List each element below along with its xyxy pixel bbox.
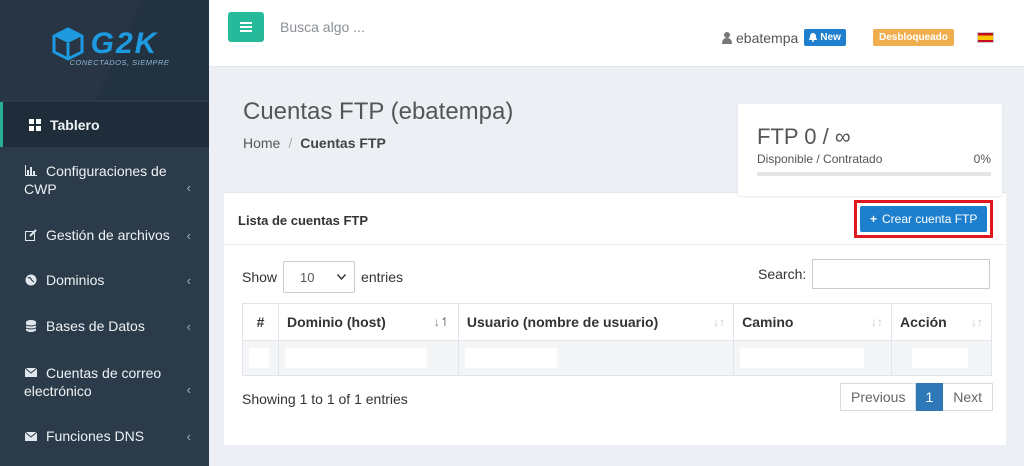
sort-icon: ↓↑ (971, 315, 983, 329)
plus-icon: + (870, 212, 878, 226)
page-size-select[interactable]: 10 (283, 261, 356, 293)
database-icon (24, 319, 38, 333)
menu-toggle-button[interactable] (228, 12, 264, 42)
ftp-usage-card: FTP 0 / ∞ Disponible / Contratado 0% (738, 104, 1002, 196)
column-header-path[interactable]: Camino ↓↑ (733, 303, 893, 341)
logo[interactable]: G2K CONECTADOS, SIEMPRE (0, 0, 209, 100)
create-ftp-account-button[interactable]: + Crear cuenta FTP (860, 206, 988, 232)
sort-icon: ↓↑ (871, 315, 884, 329)
logo-text: G2K (90, 27, 159, 60)
chevron-left-icon: ‹ (186, 318, 191, 334)
page-size-value: 10 (300, 269, 315, 285)
user-menu[interactable]: ebatempa New (722, 29, 846, 46)
search-label: Search: (758, 266, 807, 282)
chevron-left-icon: ‹ (186, 428, 191, 444)
global-search-input[interactable] (280, 19, 500, 35)
cell-action-redacted (891, 340, 992, 376)
top-bar: ebatempa New Desbloqueado (209, 0, 1024, 67)
envelope-icon (24, 429, 38, 443)
status-badge: Desbloqueado (873, 29, 954, 46)
dashboard-icon (28, 118, 42, 132)
chevron-left-icon: ‹ (186, 180, 191, 195)
pagination-previous[interactable]: Previous (840, 383, 917, 411)
sidebar-item-label: Configuraciones de (46, 162, 167, 179)
page-size-control: Show 10 entries (242, 261, 403, 293)
column-label: Camino (742, 314, 794, 330)
create-button-label: Crear cuenta FTP (882, 212, 978, 226)
notifications-badge[interactable]: New (804, 29, 846, 46)
highlight-box: + Crear cuenta FTP (854, 200, 994, 238)
bell-icon (809, 33, 818, 42)
sidebar-item-configuraciones[interactable]: Configuraciones de CWP ‹ (0, 152, 209, 207)
column-label: Usuario (nombre de usuario) (466, 314, 659, 330)
hamburger-icon (240, 26, 252, 28)
breadcrumb-home[interactable]: Home (243, 135, 280, 151)
cell-path-redacted (733, 340, 893, 376)
sidebar-item-label: Dominios (46, 272, 105, 288)
chevron-left-icon: ‹ (186, 272, 191, 288)
breadcrumb-current: Cuentas FTP (300, 135, 386, 151)
table-row (242, 340, 992, 376)
spain-flag-icon[interactable] (977, 32, 994, 43)
ftp-accounts-table: # Dominio (host) ↓↿ Usuario (nombre de us… (242, 303, 992, 376)
cell-index (242, 340, 279, 376)
chevron-left-icon: ‹ (186, 227, 191, 243)
sort-desc-icon: ↓↿ (433, 315, 450, 329)
column-label: Dominio (host) (286, 314, 386, 330)
sidebar-item-cuentas-correo[interactable]: Cuentas de correo electrónico ‹ (0, 354, 209, 409)
sidebar-item-label: Gestión de archivos (46, 227, 170, 243)
globe-icon (24, 273, 38, 287)
sidebar-item-tablero[interactable]: Tablero (0, 102, 209, 147)
sidebar-item-funciones-dns[interactable]: Funciones DNS ‹ (0, 415, 209, 457)
showing-info: Showing 1 to 1 of 1 entries (242, 391, 408, 407)
envelope-icon (24, 366, 38, 380)
column-label: Acción (900, 314, 947, 330)
chevron-left-icon: ‹ (186, 382, 191, 397)
pagination: Previous 1 Next (840, 383, 994, 411)
new-badge-label: New (820, 32, 841, 43)
ftp-caption: Disponible / Contratado (757, 152, 883, 166)
username: ebatempa (736, 29, 799, 46)
column-header-index[interactable]: # (242, 303, 279, 341)
pagination-page-1[interactable]: 1 (916, 383, 944, 411)
logo-cube-icon (52, 27, 84, 61)
sort-icon: ↓↑ (713, 315, 726, 329)
sidebar-item-dominios[interactable]: Dominios ‹ (0, 259, 209, 301)
sidebar-item-label: Tablero (50, 116, 100, 133)
table-search: Search: (758, 259, 991, 289)
sidebar-item-label-line2: electrónico (24, 382, 92, 399)
breadcrumb-separator: / (288, 135, 293, 151)
ftp-progress-bar (757, 172, 991, 176)
breadcrumb: Home / Cuentas FTP (243, 135, 386, 151)
sidebar-item-label-line2: CWP (24, 180, 57, 197)
panel-title: Lista de cuentas FTP (238, 213, 369, 228)
sidebar: G2K CONECTADOS, SIEMPRE Tablero Configur… (0, 0, 209, 466)
user-icon (722, 31, 732, 44)
ftp-percent: 0% (973, 152, 991, 166)
edit-icon (24, 228, 38, 242)
sidebar-item-gestion-archivos[interactable]: Gestión de archivos ‹ (0, 214, 209, 256)
ftp-accounts-panel: Lista de cuentas FTP + Crear cuenta FTP … (224, 192, 1006, 445)
sidebar-item-label: Funciones DNS (46, 428, 145, 444)
pagination-next[interactable]: Next (943, 383, 994, 411)
column-label: # (256, 314, 265, 330)
cell-user-redacted (457, 340, 735, 376)
logo-tagline: CONECTADOS, SIEMPRE (69, 58, 170, 67)
table-search-input[interactable] (812, 259, 991, 289)
page-title: Cuentas FTP (ebatempa) (243, 98, 514, 125)
sidebar-item-label: Cuentas de correo (46, 364, 162, 381)
sidebar-item-label: Bases de Datos (46, 318, 145, 334)
column-header-user[interactable]: Usuario (nombre de usuario) ↓↑ (457, 303, 735, 341)
entries-label: entries (361, 269, 404, 285)
column-header-action[interactable]: Acción ↓↑ (891, 303, 992, 341)
bar-chart-icon (24, 164, 38, 178)
ftp-counter: FTP 0 / ∞ (757, 124, 851, 149)
cell-domain-redacted (277, 340, 459, 376)
chevron-down-icon (337, 274, 347, 280)
show-label: Show (242, 269, 278, 285)
column-header-domain[interactable]: Dominio (host) ↓↿ (277, 303, 459, 341)
sidebar-item-bases-datos[interactable]: Bases de Datos ‹ (0, 305, 209, 347)
